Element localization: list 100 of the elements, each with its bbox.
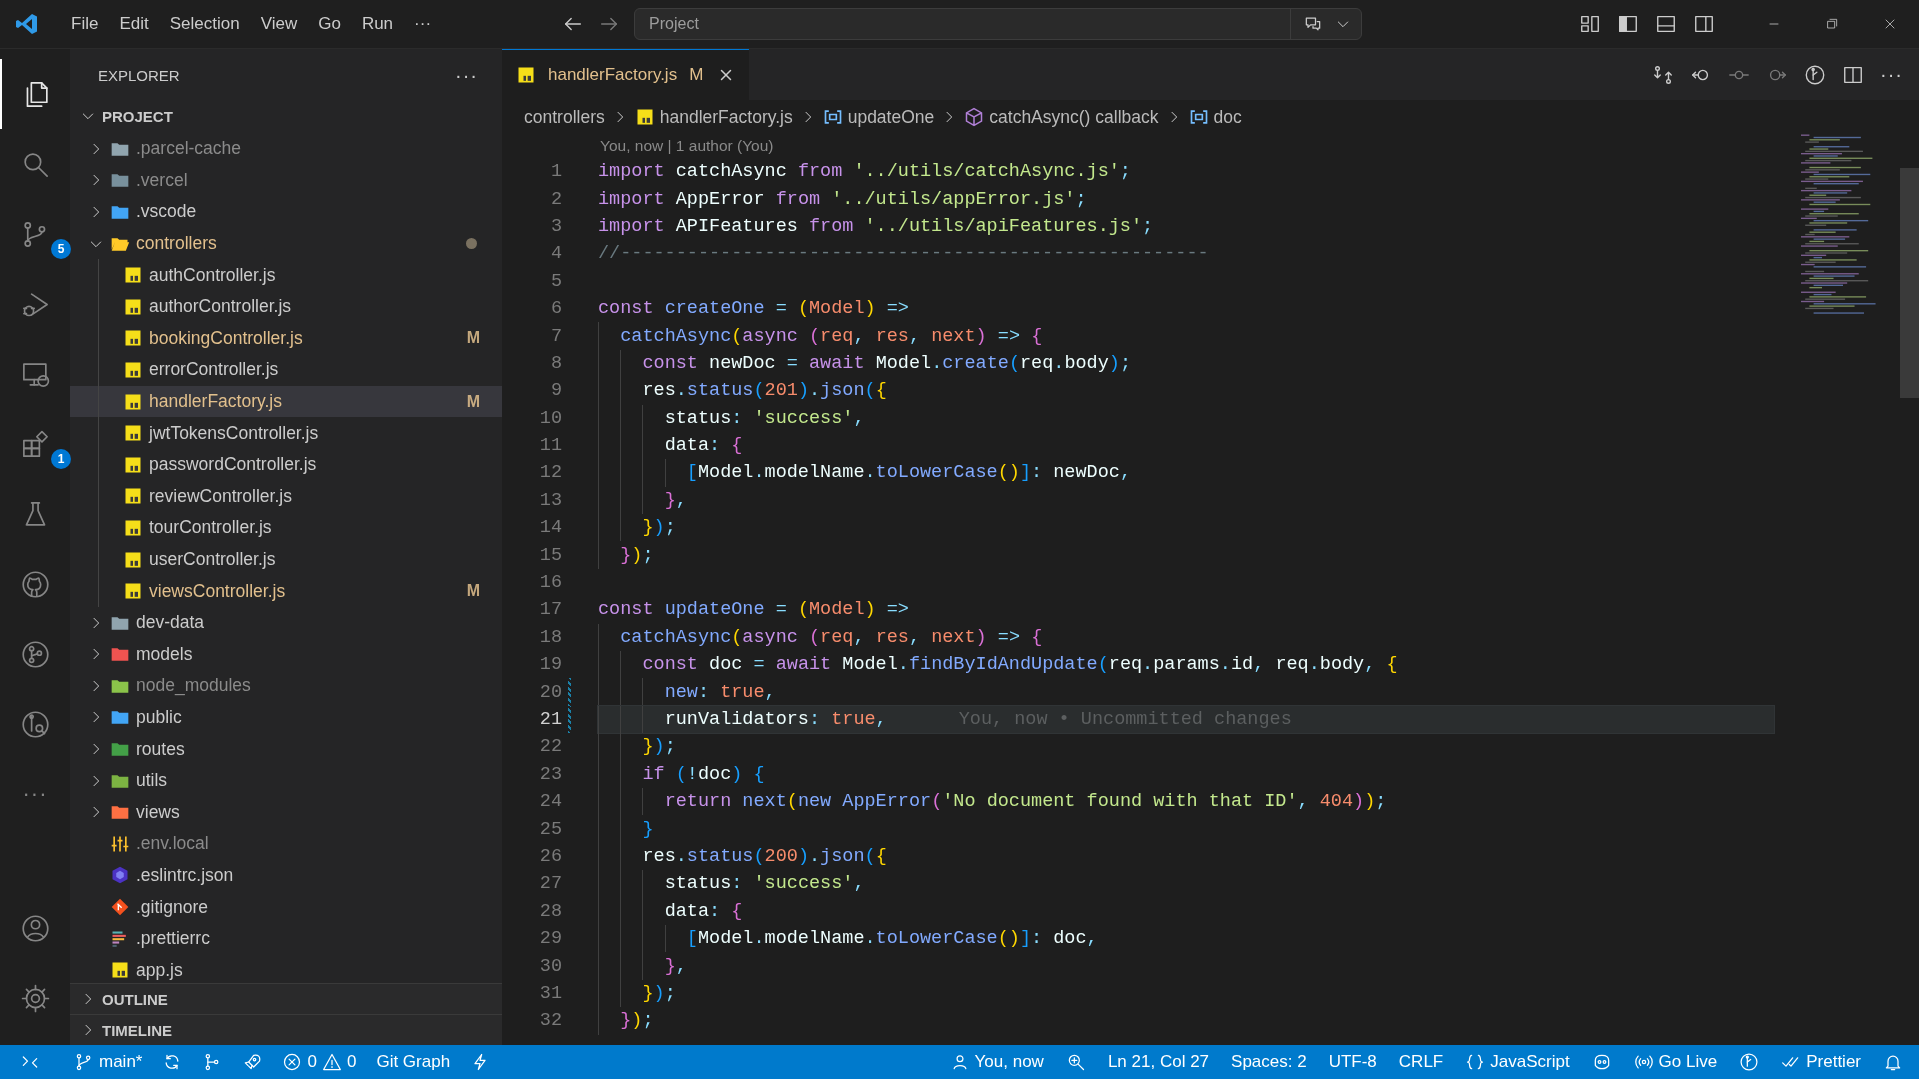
tree-item[interactable]: jwtTokensController.js xyxy=(70,417,502,449)
problems-indicator[interactable]: 0 0 xyxy=(282,1052,357,1072)
error-icon xyxy=(282,1052,303,1072)
menu-item[interactable]: ··· xyxy=(406,10,440,38)
tree-item[interactable]: views xyxy=(70,796,502,829)
more-actions[interactable]: ··· xyxy=(455,63,478,87)
github-icon[interactable] xyxy=(19,568,51,600)
more-actions[interactable]: ··· xyxy=(1880,63,1903,86)
tree-item[interactable]: passwordController.js xyxy=(70,448,502,481)
account-icon[interactable] xyxy=(19,912,51,944)
line-number: 21 xyxy=(538,709,562,730)
compare-changes-icon[interactable] xyxy=(1652,63,1674,86)
prettier-status[interactable]: Prettier xyxy=(1781,1052,1861,1072)
menu-item[interactable]: Edit xyxy=(111,10,157,38)
tree-item[interactable]: .env.local xyxy=(70,828,502,860)
cube-icon xyxy=(964,107,985,127)
sidebar-title: EXPLORER xyxy=(98,66,180,84)
breadcrumb-item[interactable]: handlerFactory.js xyxy=(634,106,793,128)
line-number: 14 xyxy=(538,517,562,539)
command-center[interactable]: Project xyxy=(634,8,1363,40)
breadcrumb-item[interactable]: updateOne xyxy=(822,106,935,128)
tree-item[interactable]: .vercel xyxy=(70,164,502,197)
section-header[interactable]: PROJECT xyxy=(70,101,502,131)
tree-item[interactable]: utils xyxy=(70,764,502,797)
line-number: 23 xyxy=(538,763,562,785)
tree-item[interactable]: authController.js xyxy=(70,259,502,291)
code-line: }); xyxy=(641,982,676,1004)
breadcrumb-item[interactable]: catchAsync() callback xyxy=(964,106,1159,128)
git-graph-icon[interactable] xyxy=(19,638,51,670)
blame-annotation[interactable]: You, now | 1 author (You) xyxy=(600,137,774,155)
tree-item[interactable]: handlerFactory.js M xyxy=(70,385,502,418)
code-line: //----------------------------------------------------- xyxy=(598,243,1209,265)
menu-item[interactable]: Selection xyxy=(161,10,248,38)
section-header[interactable]: TIMELINE xyxy=(70,1014,502,1045)
js-file-icon xyxy=(516,65,536,85)
git-diamond-icon xyxy=(110,897,130,918)
section-header[interactable]: OUTLINE xyxy=(70,983,502,1014)
line-number: 16 xyxy=(538,572,562,594)
breadcrumb-item[interactable]: controllers xyxy=(524,106,605,128)
sidebar-toggle-icon[interactable] xyxy=(1617,13,1639,35)
panel-toggle-icon[interactable] xyxy=(1655,13,1677,35)
status-item[interactable]: Git Graph xyxy=(376,1052,451,1072)
branch-indicator[interactable]: main* xyxy=(74,1052,143,1072)
status-item[interactable]: Spaces: 2 xyxy=(1231,1052,1307,1072)
tree-item[interactable]: .prettierrc xyxy=(70,922,502,955)
tree-item[interactable]: public xyxy=(70,701,502,734)
editor-tab[interactable]: handlerFactory.js M xyxy=(502,49,750,100)
blame-status[interactable]: You, now xyxy=(949,1052,1044,1072)
tree-item[interactable]: models xyxy=(70,638,502,671)
code-line: res.status(200).json({ xyxy=(641,845,887,867)
tree-item[interactable]: reviewController.js xyxy=(70,480,502,513)
tree-item[interactable]: node_modules xyxy=(70,670,502,702)
status-item[interactable]: UTF-8 xyxy=(1328,1052,1377,1072)
tree-item[interactable]: .eslintrc.json xyxy=(70,859,502,892)
status-item[interactable]: Ln 21, Col 27 xyxy=(1107,1052,1210,1072)
menu-item[interactable]: File xyxy=(63,10,107,38)
tree-item[interactable]: bookingController.js M xyxy=(70,322,502,355)
git-branch-circle-icon[interactable] xyxy=(1739,1052,1760,1072)
tree-item[interactable]: viewsController.js M xyxy=(70,575,502,607)
breadcrumb-item[interactable]: doc xyxy=(1188,106,1242,128)
code-line: res.status(201).json({ xyxy=(641,380,887,402)
branch-inspect-icon[interactable] xyxy=(19,708,51,740)
tree-item[interactable]: .vscode xyxy=(70,196,502,228)
tree-item[interactable]: controllers xyxy=(70,227,502,260)
rocket-icon[interactable] xyxy=(242,1052,263,1072)
code-line: const createOne = (Model) => xyxy=(598,298,909,320)
menu-item[interactable]: Go xyxy=(310,10,349,38)
line-number: 1 xyxy=(549,161,562,183)
secondary-sidebar-icon[interactable] xyxy=(1693,13,1715,35)
scrollbar-thumb[interactable] xyxy=(1900,168,1919,398)
go-live-button[interactable]: Go Live xyxy=(1633,1052,1718,1072)
more-actions[interactable]: ··· xyxy=(22,781,48,807)
code-line: }); xyxy=(641,517,676,539)
tree-item[interactable]: .parcel-cache xyxy=(70,133,502,165)
code-line: if (!doc) { xyxy=(641,763,765,785)
code-line: import APIFeatures from '../utils/apiFeatures.js'; xyxy=(598,215,1154,237)
code-line: }, xyxy=(663,955,687,977)
status-item[interactable]: CRLF xyxy=(1398,1052,1444,1072)
layout-icon[interactable] xyxy=(1579,13,1601,35)
braces-icon xyxy=(1465,1052,1486,1072)
restore-icon[interactable] xyxy=(1824,16,1840,32)
menu-item[interactable]: Run xyxy=(353,10,402,38)
line-number: 2 xyxy=(549,188,562,210)
tree-item[interactable]: tourController.js xyxy=(70,512,502,544)
tree-item[interactable]: errorController.js xyxy=(70,354,502,386)
tree-item[interactable]: routes xyxy=(70,733,502,765)
js-file-icon xyxy=(123,423,143,444)
settings-icon[interactable] xyxy=(19,982,51,1014)
menu-item[interactable]: View xyxy=(252,10,306,38)
tree-item[interactable]: .gitignore xyxy=(70,891,502,923)
code-line: data: { xyxy=(663,435,743,457)
language-mode[interactable]: JavaScript xyxy=(1465,1052,1570,1072)
code-line: }); xyxy=(619,1010,654,1032)
tree-item[interactable]: authorController.js xyxy=(70,290,502,323)
file-history-icon[interactable] xyxy=(1804,63,1826,86)
variable-icon xyxy=(822,107,843,127)
tree-item[interactable]: app.js xyxy=(70,954,502,983)
tree-item[interactable]: dev-data xyxy=(70,606,502,639)
line-number: 25 xyxy=(538,818,562,840)
tree-item[interactable]: userController.js xyxy=(70,543,502,576)
